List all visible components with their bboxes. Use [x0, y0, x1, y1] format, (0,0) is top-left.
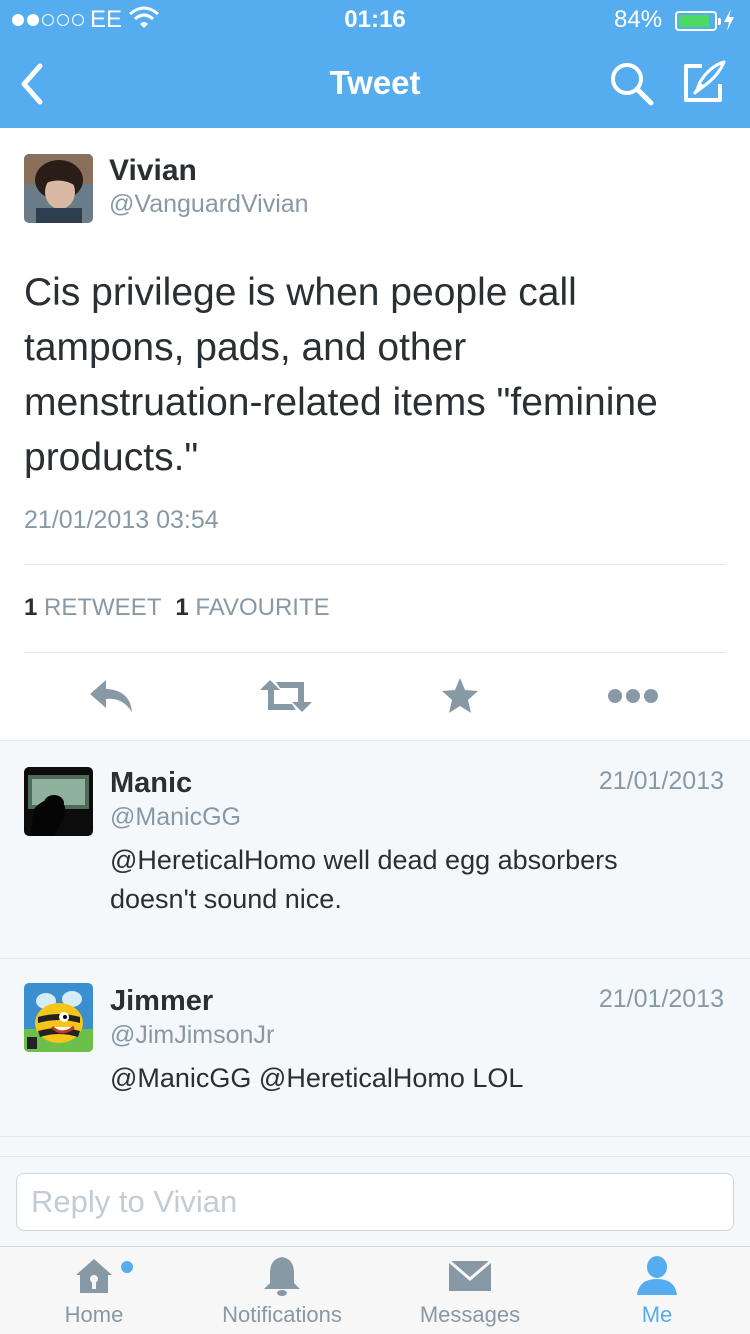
- tweet-stats: 1 RETWEET 1 FAVOURITE: [24, 594, 330, 622]
- retweet-button[interactable]: [258, 676, 314, 721]
- reply-avatar[interactable]: [24, 983, 93, 1052]
- divider: [24, 564, 726, 565]
- compose-icon: [684, 60, 726, 102]
- search-icon: [611, 63, 654, 106]
- battery-fill: [679, 15, 709, 27]
- tab-me[interactable]: Me: [564, 1247, 750, 1334]
- reply-author-name[interactable]: Jimmer: [110, 985, 213, 1018]
- tab-label: Notifications: [222, 1302, 342, 1327]
- charging-icon: [722, 8, 736, 39]
- reply-button[interactable]: [88, 676, 136, 721]
- reply-composer: [0, 1156, 750, 1246]
- tweet-timestamp: 21/01/2013 03:54: [24, 506, 219, 534]
- battery-nub: [718, 18, 721, 25]
- tab-notifications[interactable]: Notifications: [188, 1247, 376, 1334]
- battery-icon: [675, 11, 721, 31]
- home-badge: [121, 1261, 133, 1273]
- tab-label: Messages: [419, 1302, 521, 1327]
- compose-button[interactable]: [680, 58, 730, 108]
- reply-item[interactable]: Jimmer @JimJimsonJr 21/01/2013 @ManicGG …: [0, 959, 750, 1137]
- reply-author-name[interactable]: Manic: [110, 767, 192, 800]
- tweet-text: Cis privilege is when people call tampon…: [24, 271, 658, 479]
- battery-percent: 84%: [614, 6, 663, 33]
- navigation-bar: EE 01:16 84% Tweet: [0, 0, 750, 128]
- reply-date: 21/01/2013: [598, 985, 724, 1013]
- favourite-button[interactable]: [440, 676, 480, 721]
- divider: [24, 652, 726, 653]
- reply-input[interactable]: [16, 1173, 734, 1231]
- retweet-count: 1: [24, 594, 38, 621]
- retweet-icon: [260, 680, 312, 712]
- reply-date: 21/01/2013: [598, 767, 724, 795]
- retweet-stat[interactable]: 1 RETWEET: [24, 594, 161, 621]
- reply-icon: [90, 680, 132, 712]
- tweet-detail: Vivian @VanguardVivian Cis privilege is …: [0, 128, 750, 740]
- reply-item[interactable]: Manic @ManicGG 21/01/2013 @HereticalHomo…: [0, 741, 750, 959]
- tab-label: Home: [64, 1302, 124, 1327]
- reply-text: @ManicGG @HereticalHomo LOL: [110, 1063, 524, 1093]
- favourite-label: FAVOURITE: [195, 594, 330, 621]
- tab-home[interactable]: Home: [0, 1247, 188, 1334]
- bell-icon: [260, 1253, 304, 1302]
- reply-list: Manic @ManicGG 21/01/2013 @HereticalHomo…: [0, 740, 750, 1156]
- more-button[interactable]: [606, 686, 660, 711]
- tab-label: Me: [641, 1302, 673, 1327]
- favourite-stat[interactable]: 1 FAVOURITE: [175, 594, 329, 621]
- search-button[interactable]: [608, 60, 656, 108]
- person-icon: [635, 1253, 679, 1302]
- status-bar: EE 01:16 84%: [0, 0, 750, 40]
- reply-author-handle[interactable]: @ManicGG: [110, 803, 241, 832]
- favourite-icon: [442, 678, 478, 713]
- envelope-icon: [446, 1253, 494, 1302]
- retweet-label: RETWEET: [44, 594, 162, 621]
- reply-author-handle[interactable]: @JimJimsonJr: [110, 1021, 274, 1050]
- home-icon: [72, 1253, 116, 1302]
- reply-avatar[interactable]: [24, 767, 93, 836]
- favourite-count: 1: [175, 594, 189, 621]
- tab-bar: Home Notifications Messages Me: [0, 1246, 750, 1334]
- author-handle[interactable]: @VanguardVivian: [109, 190, 309, 219]
- more-icon: [608, 689, 658, 703]
- tab-messages[interactable]: Messages: [376, 1247, 564, 1334]
- author-avatar[interactable]: [24, 154, 93, 223]
- reply-text: @HereticalHomo well dead egg absorbers d…: [110, 845, 618, 914]
- author-name[interactable]: Vivian: [109, 154, 197, 188]
